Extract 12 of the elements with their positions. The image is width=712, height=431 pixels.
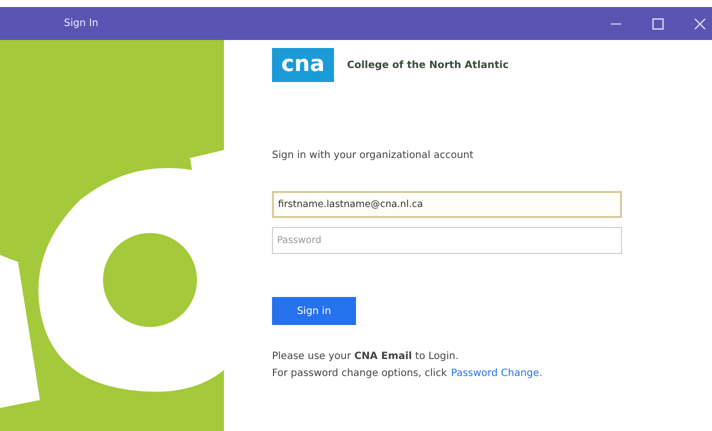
password-change-note: For password change options, click bbox=[272, 368, 447, 379]
sign-in-prompt: Sign in with your organizational account bbox=[272, 150, 474, 161]
login-note: Please use your CNA Email to Login. bbox=[272, 351, 459, 362]
window-title: Sign In bbox=[64, 18, 98, 29]
sign-in-button[interactable]: Sign in bbox=[272, 297, 356, 325]
logo: cna bbox=[272, 48, 334, 82]
password-change-link[interactable]: Password Change. bbox=[450, 368, 542, 379]
maximize-icon[interactable] bbox=[652, 18, 664, 30]
close-icon[interactable] bbox=[694, 18, 706, 30]
password-field[interactable]: Password bbox=[272, 227, 622, 254]
email-field[interactable]: firstname.lastname@cna.nl.ca bbox=[272, 191, 622, 218]
organization-name: College of the North Atlantic bbox=[347, 60, 509, 70]
